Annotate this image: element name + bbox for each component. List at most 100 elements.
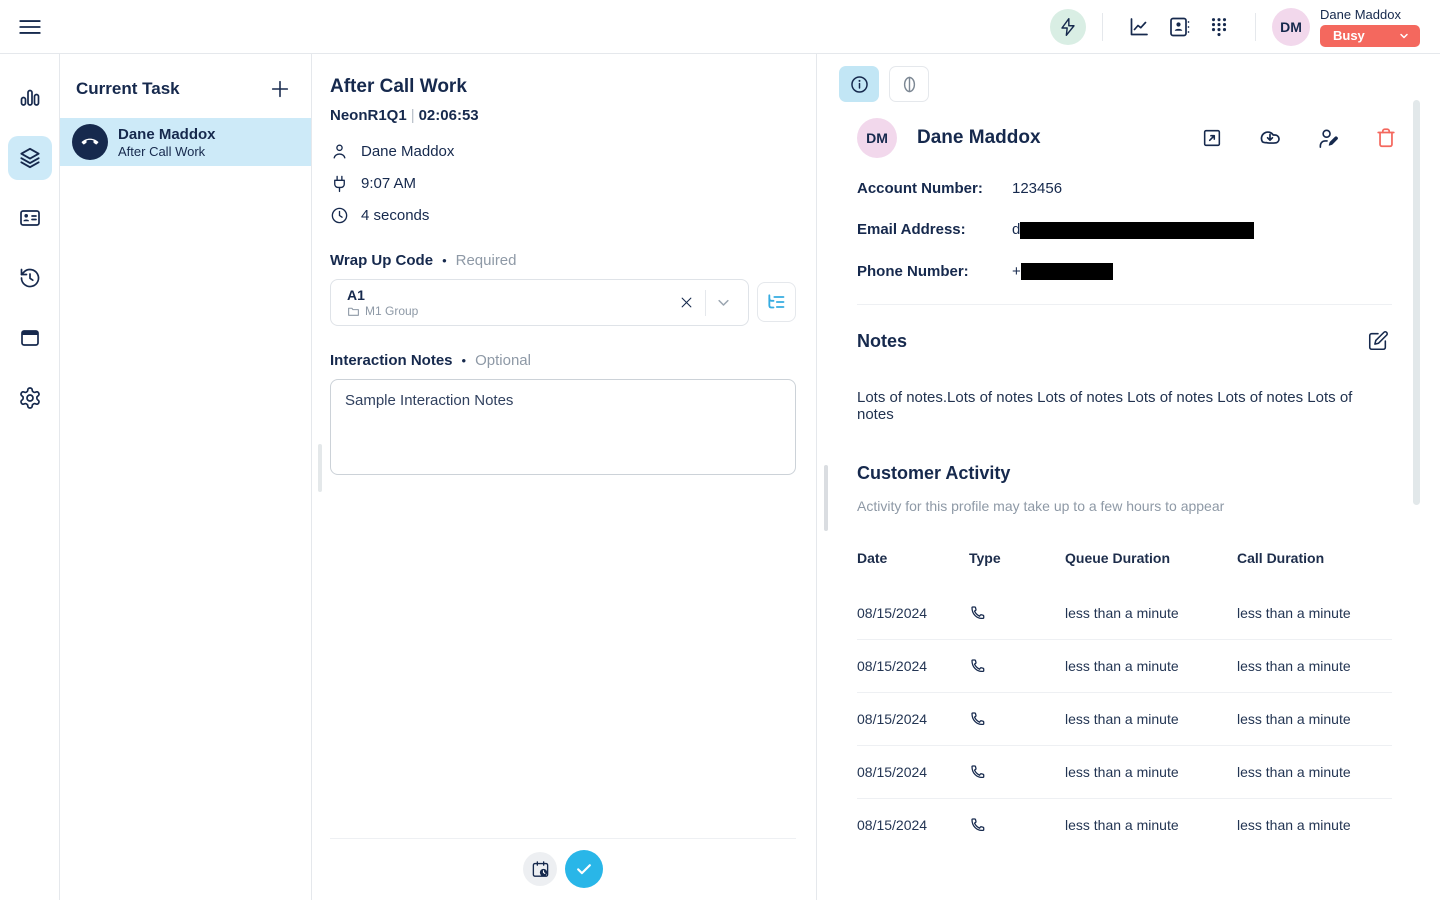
interaction-notes-input[interactable]: Sample Interaction Notes (330, 379, 796, 475)
nav-browser[interactable] (8, 316, 52, 360)
task-type-label: After Call Work (118, 144, 216, 159)
table-row[interactable]: 08/15/2024 less than a minute less than … (857, 745, 1392, 798)
activity-table: Date Type Queue Duration Call Duration 0… (857, 538, 1392, 851)
plug-icon (330, 174, 349, 193)
profile-tabs (839, 66, 1392, 102)
wrap-up-code-label: Wrap Up Code (330, 252, 433, 269)
phone-icon (969, 657, 1065, 675)
brain-icon (899, 74, 920, 95)
contact-book-icon (1167, 15, 1191, 39)
phone-icon (969, 604, 1065, 622)
check-icon (574, 859, 594, 879)
person-edit-icon (1317, 127, 1340, 150)
top-bar: DM Dane Maddox Busy (0, 0, 1440, 54)
profile-name: Dane Maddox (917, 127, 1198, 149)
tab-insights[interactable] (889, 66, 929, 102)
after-call-work-panel: After Call Work NeonR1Q1|02:06:53 Dane M… (312, 54, 816, 900)
current-task-title: Current Task (76, 79, 180, 99)
delete-contact-button[interactable] (1372, 124, 1400, 152)
col-queue-duration: Queue Duration (1065, 550, 1237, 566)
download-profile-button[interactable] (1256, 124, 1284, 152)
acw-queue: NeonR1Q1 (330, 107, 407, 124)
user-name: Dane Maddox (1320, 7, 1420, 22)
customer-profile-panel: DM Dane Maddox (816, 54, 1440, 900)
add-task-button[interactable] (267, 76, 293, 102)
task-list-item[interactable]: Dane Maddox After Call Work (60, 118, 311, 166)
reports-button[interactable] (1119, 7, 1159, 47)
hamburger-menu-icon[interactable] (16, 13, 44, 41)
profile-scrollbar[interactable] (1413, 100, 1420, 505)
trash-icon (1375, 127, 1397, 149)
account-number-value: 123456 (1012, 180, 1062, 197)
status-label: Busy (1333, 28, 1365, 43)
acw-start-time: 9:07 AM (361, 175, 416, 192)
calendar-clock-icon (531, 860, 550, 879)
col-type: Type (969, 550, 1065, 566)
table-row[interactable]: 08/15/2024 less than a minute less than … (857, 798, 1392, 851)
nav-settings[interactable] (8, 376, 52, 420)
mid-panel-scrollbar[interactable] (318, 444, 322, 492)
info-icon (849, 74, 870, 95)
col-call-duration: Call Duration (1237, 550, 1392, 566)
nav-history[interactable] (8, 256, 52, 300)
quick-actions-button[interactable] (1050, 9, 1086, 45)
acw-duration: 4 seconds (361, 207, 429, 224)
customer-activity-subtitle: Activity for this profile may take up to… (857, 498, 1392, 514)
phone-label: Phone Number: (857, 263, 1012, 280)
required-label: Required (456, 252, 517, 269)
acw-contact-name: Dane Maddox (361, 143, 454, 160)
schedule-callback-button[interactable] (523, 852, 557, 886)
nav-queues[interactable] (8, 136, 52, 180)
clear-icon[interactable] (673, 289, 701, 317)
wrap-up-code-select[interactable]: A1 M1 Group (330, 279, 749, 326)
table-row[interactable]: 08/15/2024 less than a minute less than … (857, 586, 1392, 639)
notes-title: Notes (857, 331, 907, 352)
acw-timer: 02:06:53 (419, 107, 479, 124)
phone-icon (969, 710, 1065, 728)
current-task-panel: Current Task Dane Maddox After Call Work (60, 54, 312, 900)
profile-avatar: DM (857, 118, 897, 158)
col-date: Date (857, 550, 969, 566)
email-value: d (1012, 221, 1254, 239)
phone-icon (969, 763, 1065, 781)
user-avatar[interactable]: DM (1272, 8, 1310, 46)
table-row[interactable]: 08/15/2024 less than a minute less than … (857, 639, 1392, 692)
redaction-bar (1021, 263, 1113, 280)
task-contact-name: Dane Maddox (118, 126, 216, 143)
history-icon (18, 266, 42, 290)
notes-text: Lots of notes.Lots of notes Lots of note… (857, 389, 1392, 423)
phone-icon (969, 816, 1065, 834)
status-dropdown[interactable]: Busy (1320, 25, 1420, 47)
contacts-button[interactable] (1159, 7, 1199, 47)
edit-pencil-icon (1367, 330, 1389, 352)
left-nav-rail (0, 54, 60, 900)
divider (705, 290, 706, 316)
acw-title: After Call Work (330, 76, 796, 98)
divider (1102, 13, 1103, 41)
wrap-up-code-value: A1 (347, 287, 673, 303)
person-icon (330, 142, 349, 161)
interaction-notes-label: Interaction Notes (330, 352, 453, 369)
nav-dashboard[interactable] (8, 76, 52, 120)
divider (1255, 13, 1256, 41)
bar-chart-icon (18, 86, 42, 110)
tab-info[interactable] (839, 66, 879, 102)
nav-contacts[interactable] (8, 196, 52, 240)
panel-resize-handle[interactable] (824, 465, 828, 531)
edit-notes-button[interactable] (1364, 327, 1392, 355)
acw-queue-timer: NeonR1Q1|02:06:53 (330, 107, 796, 124)
external-link-icon (1201, 127, 1223, 149)
account-number-label: Account Number: (857, 180, 1012, 197)
open-profile-button[interactable] (1198, 124, 1226, 152)
dialpad-button[interactable] (1199, 7, 1239, 47)
table-row[interactable]: 08/15/2024 less than a minute less than … (857, 692, 1392, 745)
acw-phone-icon (72, 124, 108, 160)
wrap-up-tree-button[interactable] (757, 282, 796, 322)
complete-acw-button[interactable] (565, 850, 603, 888)
clock-icon (330, 206, 349, 225)
tree-list-icon (766, 292, 786, 312)
id-card-icon (18, 206, 42, 230)
chevron-down-icon[interactable] (710, 289, 738, 317)
lightning-icon (1058, 17, 1078, 37)
edit-contact-button[interactable] (1314, 124, 1342, 152)
